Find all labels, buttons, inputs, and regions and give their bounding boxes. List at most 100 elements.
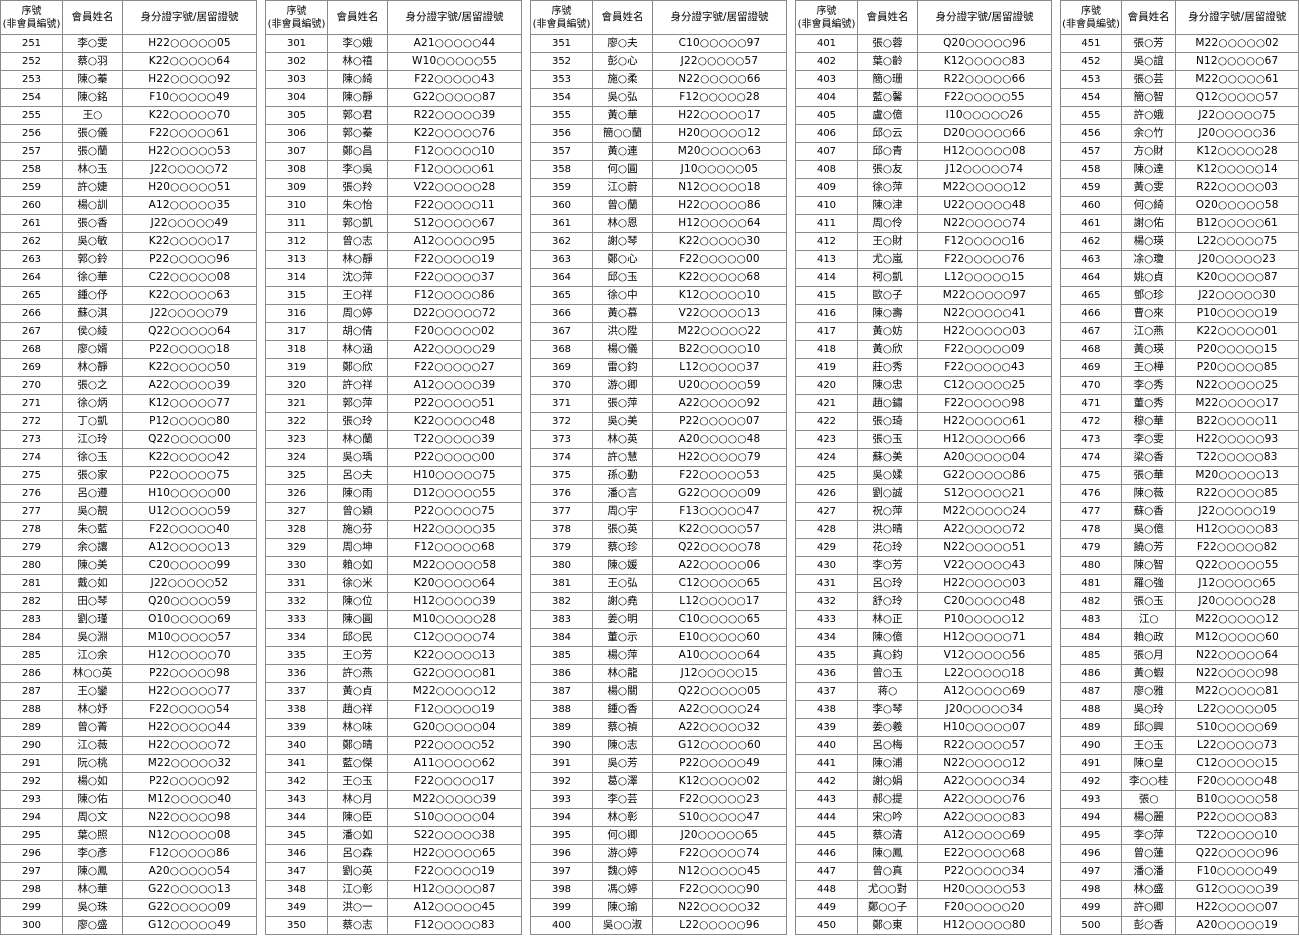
cell-sequence: 298 <box>0 880 63 899</box>
cell-member-name: 張○玲 <box>327 412 388 431</box>
table-row: 276 呂○遵 H10○○○○○00 <box>0 484 257 503</box>
cell-sequence: 447 <box>795 862 858 881</box>
cell-sequence: 417 <box>795 322 858 341</box>
table-row: 435 真○鈞 V12○○○○○56 <box>795 646 1052 665</box>
cell-id-number: S22○○○○○38 <box>387 826 522 845</box>
cell-id-number: P22○○○○○83 <box>1175 808 1299 827</box>
cell-id-number: F22○○○○○74 <box>652 844 787 863</box>
cell-id-number: A12○○○○○13 <box>122 538 257 557</box>
table-row: 486 黃○蝦 N22○○○○○98 <box>1060 664 1299 683</box>
cell-id-number: Q20○○○○○59 <box>122 592 257 611</box>
cell-id-number: K12○○○○○02 <box>652 772 787 791</box>
table-row: 380 陳○媛 A22○○○○○06 <box>530 556 787 575</box>
table-row: 437 蒋○ A12○○○○○69 <box>795 682 1052 701</box>
table-row: 431 呂○玲 H22○○○○○03 <box>795 574 1052 593</box>
cell-sequence: 291 <box>0 754 63 773</box>
cell-member-name: 何○卿 <box>592 826 653 845</box>
cell-member-name: 黃○慕 <box>592 304 653 323</box>
cell-member-name: 楊○如 <box>62 772 123 791</box>
cell-member-name: 楊○麗 <box>1120 808 1177 827</box>
cell-sequence: 399 <box>530 898 593 917</box>
cell-sequence: 491 <box>1060 754 1122 773</box>
cell-member-name: 羅○強 <box>1120 574 1177 593</box>
cell-member-name: 鄭○○子 <box>857 898 918 917</box>
table-row: 410 陳○津 U22○○○○○48 <box>795 196 1052 215</box>
cell-member-name: 吳○瑀 <box>327 448 388 467</box>
table-row: 360 曾○蘭 H22○○○○○86 <box>530 196 787 215</box>
cell-id-number: P22○○○○○51 <box>387 394 522 413</box>
cell-member-name: 張○芳 <box>1120 34 1177 53</box>
cell-id-number: U20○○○○○59 <box>652 376 787 395</box>
cell-id-number: N12○○○○○67 <box>1175 52 1299 71</box>
cell-member-name: 許○婕 <box>62 178 123 197</box>
table-row: 264 徐○華 C22○○○○○08 <box>0 268 257 287</box>
cell-member-name: 呂○梅 <box>857 736 918 755</box>
cell-id-number: F20○○○○○20 <box>917 898 1052 917</box>
table-row: 471 董○秀 M22○○○○○17 <box>1060 394 1299 413</box>
cell-id-number: M22○○○○○02 <box>1175 34 1299 53</box>
cell-id-number: N22○○○○○25 <box>1175 376 1299 395</box>
table-row: 406 邱○云 D20○○○○○66 <box>795 124 1052 143</box>
cell-sequence: 336 <box>265 664 328 683</box>
cell-sequence: 257 <box>0 142 63 161</box>
cell-member-name: 戴○如 <box>62 574 123 593</box>
cell-sequence: 360 <box>530 196 593 215</box>
cell-id-number: B10○○○○○58 <box>1175 790 1299 809</box>
cell-sequence: 402 <box>795 52 858 71</box>
cell-member-name: 田○琴 <box>62 592 123 611</box>
table-row: 306 郭○蓁 K22○○○○○76 <box>265 124 522 143</box>
table-row: 405 盧○億 I10○○○○○26 <box>795 106 1052 125</box>
cell-id-number: Q12○○○○○57 <box>1175 88 1299 107</box>
cell-member-name: 許○娥 <box>1120 106 1177 125</box>
table-row: 256 張○儀 F22○○○○○61 <box>0 124 257 143</box>
cell-id-number: P22○○○○○92 <box>122 772 257 791</box>
cell-sequence: 448 <box>795 880 858 899</box>
cell-id-number: F12○○○○○28 <box>652 88 787 107</box>
cell-id-number: G22○○○○○87 <box>387 88 522 107</box>
table-row: 366 黃○慕 V22○○○○○13 <box>530 304 787 323</box>
table-row: 466 曹○來 P10○○○○○19 <box>1060 304 1299 323</box>
table-row: 272 丁○凱 P12○○○○○80 <box>0 412 257 431</box>
cell-sequence: 425 <box>795 466 858 485</box>
table-row: 433 林○正 P10○○○○○12 <box>795 610 1052 629</box>
cell-member-name: 張○琦 <box>857 412 918 431</box>
cell-id-number: A22○○○○○92 <box>652 394 787 413</box>
cell-sequence: 487 <box>1060 682 1122 701</box>
cell-sequence: 454 <box>1060 88 1122 107</box>
cell-member-name: 陳○忠 <box>857 376 918 395</box>
cell-member-name: 蒋○ <box>857 682 918 701</box>
table-row: 333 陳○圓 M10○○○○○28 <box>265 610 522 629</box>
table-row: 426 劉○誠 S12○○○○○21 <box>795 484 1052 503</box>
cell-sequence: 255 <box>0 106 63 125</box>
cell-id-number: J12○○○○○74 <box>917 160 1052 179</box>
cell-member-name: 王○樺 <box>1120 358 1177 377</box>
cell-id-number: F22○○○○○54 <box>122 700 257 719</box>
cell-sequence: 349 <box>265 898 328 917</box>
cell-sequence: 455 <box>1060 106 1122 125</box>
table-row: 485 張○月 N22○○○○○64 <box>1060 646 1299 665</box>
cell-id-number: W10○○○○○55 <box>387 52 522 71</box>
cell-id-number: F22○○○○○43 <box>387 70 522 89</box>
cell-sequence: 450 <box>795 916 858 935</box>
table-row: 462 楊○瑛 L22○○○○○75 <box>1060 232 1299 251</box>
cell-sequence: 273 <box>0 430 63 449</box>
table-row: 322 張○玲 K22○○○○○48 <box>265 412 522 431</box>
cell-member-name: 莊○秀 <box>857 358 918 377</box>
cell-member-name: 陳○佑 <box>62 790 123 809</box>
cell-sequence: 369 <box>530 358 593 377</box>
cell-id-number: D22○○○○○72 <box>387 304 522 323</box>
cell-sequence: 492 <box>1060 772 1122 791</box>
cell-member-name: 吳○弘 <box>592 88 653 107</box>
cell-id-number: H12○○○○○66 <box>917 430 1052 449</box>
cell-member-name: 郝○提 <box>857 790 918 809</box>
cell-sequence: 334 <box>265 628 328 647</box>
cell-sequence: 384 <box>530 628 593 647</box>
cell-id-number: M10○○○○○28 <box>387 610 522 629</box>
cell-sequence: 388 <box>530 700 593 719</box>
cell-id-number: F22○○○○○19 <box>387 862 522 881</box>
column-header-id-number: 身分證字號/居留證號 <box>917 0 1052 35</box>
cell-id-number: A22○○○○○24 <box>652 700 787 719</box>
cell-id-number: J22○○○○○57 <box>652 52 787 71</box>
cell-sequence: 498 <box>1060 880 1122 899</box>
cell-member-name: 邱○民 <box>327 628 388 647</box>
